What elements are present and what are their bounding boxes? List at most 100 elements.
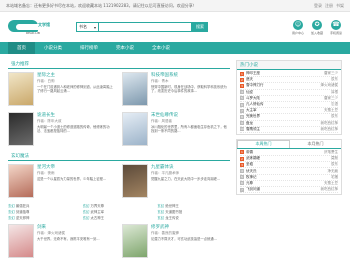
book-link[interactable]: 武神主宰: [91, 210, 105, 214]
category-title[interactable]: 玄幻魔法: [8, 152, 230, 161]
rank-number: 10: [240, 127, 244, 132]
list-item[interactable]: 玄幻 龙王传说: [157, 215, 230, 220]
rank-number: 1: [240, 71, 244, 76]
nav-completed[interactable]: 完本小说: [107, 42, 143, 54]
book-title[interactable]: 科技帝国系统: [151, 72, 230, 78]
book-link[interactable]: 逆天邪神: [16, 216, 30, 220]
book-cover-image[interactable]: [122, 112, 148, 146]
rank-title[interactable]: 武炼巅峰: [246, 156, 312, 161]
book-title[interactable]: 末世仙尊传说: [151, 112, 230, 118]
rank-author: 宅猪: [331, 174, 338, 179]
search-type-select[interactable]: 书名 ▾: [76, 22, 98, 32]
book-title[interactable]: 星际之主: [37, 72, 116, 78]
user-icon: ☺: [292, 19, 303, 30]
rank-title[interactable]: 大主宰: [246, 108, 312, 113]
list-item[interactable]: 玄幻 逆天邪神: [8, 215, 81, 220]
book-cover-image[interactable]: [122, 164, 148, 198]
tab-weekly[interactable]: 本周热门: [237, 139, 290, 148]
book-description: 冰川融化的世界里，所有人都面临生存危机之下，他找到一条不同的路...: [151, 125, 227, 134]
book-link[interactable]: 绝世神王: [165, 204, 179, 208]
register-link[interactable]: 注册: [325, 3, 333, 9]
book-cover-image[interactable]: [8, 72, 34, 106]
book-card[interactable]: 科技帝国系统 作者：青木 快穿中国新时，现身在战场中，获取科学科技系统为了，改变…: [122, 72, 230, 108]
book-card[interactable]: 九星霸体诀 作者：平凡魔术师 觉醒九星之力，在天武大陆中一步步走向巅峰...: [122, 164, 230, 200]
rank-author: 唐家三少: [324, 71, 338, 76]
book-title[interactable]: 九星霸体诀: [151, 164, 230, 170]
top-links: 登录 注册 书架: [314, 3, 344, 9]
rank-title[interactable]: 凡人修仙传: [246, 102, 312, 107]
logo-text: 文学馆: [38, 22, 50, 27]
list-item[interactable]: 玄幻 太古神王: [83, 215, 156, 220]
search-button[interactable]: 搜索: [192, 22, 208, 32]
book-link[interactable]: 龙王传说: [165, 216, 179, 220]
book-author: 作者：夜雨: [37, 171, 55, 175]
book-cover-image[interactable]: [8, 224, 34, 258]
mobile-read-button[interactable]: ☎ 手机阅读: [330, 19, 342, 35]
rank-title[interactable]: 遮天: [246, 77, 312, 82]
book-card[interactable]: 星际之主 作者：白驹 一个在门前遇到人和老师的修神剑道，从此凌霄踏上了修行一路风…: [8, 72, 116, 108]
search-input[interactable]: [98, 22, 192, 32]
book-cover-image[interactable]: [8, 112, 34, 146]
list-item[interactable]: 玄幻 万界天尊: [83, 203, 156, 208]
book-card[interactable]: 诡道长生 作者：陈年大叔 大明最一个小道士的修道道路的传奇，他修炼的功法、法宝都…: [8, 112, 116, 148]
list-item[interactable]: 玄幻 武神主宰: [83, 209, 156, 214]
list-item[interactable]: 玄幻 绝世神王: [157, 203, 230, 208]
book-title[interactable]: 诡道长生: [37, 112, 116, 118]
nav-full-books[interactable]: 全本小说: [143, 42, 179, 54]
rank-title[interactable]: 雪中悍刀行: [246, 83, 312, 88]
book-author: 作者：平凡魔术师: [151, 171, 179, 175]
rank-title[interactable]: 元尊: [246, 181, 312, 186]
rank-number: 9: [240, 121, 244, 126]
rank-title[interactable]: 盘龙: [246, 121, 312, 126]
rank-author: 耳根: [331, 89, 338, 94]
book-card[interactable]: 剑来 作者：烽火戏诸侯 大千世界，无奇不有，我陈平安唯有一剑...: [8, 224, 116, 260]
nav-rankings[interactable]: 排行榜单: [71, 42, 107, 54]
book-link[interactable]: 天道图书馆: [165, 210, 182, 214]
book-card[interactable]: 末世仙尊传说 作者：风语者 冰川融化的世界里，所有人都面临生存危机之下，他找到一…: [122, 112, 230, 148]
book-cover-image[interactable]: [8, 164, 34, 198]
book-cover-image[interactable]: [122, 72, 148, 106]
book-description: 大明最一个小道士的修道道路的传奇，他修炼的功法、法宝都是独特的...: [37, 125, 110, 134]
book-link[interactable]: 剑道独尊: [16, 210, 30, 214]
rank-title[interactable]: 斗罗大陆: [246, 96, 312, 101]
book-link[interactable]: 最强狂兵: [16, 204, 30, 208]
book-card[interactable]: 修罗武神 作者：善良的蜜蜂 论潜力不算天才，可玄功武技皆是一点就通...: [122, 224, 230, 260]
site-logo[interactable]: 文学馆 READ.LIB: [8, 16, 56, 38]
tab-monthly[interactable]: 本月热门: [290, 140, 341, 148]
rank-title[interactable]: 圣墟: [246, 162, 312, 167]
book-info: 科技帝国系统 作者：青木 快穿中国新时，现身在战场中，获取科学科技系统为了，改变…: [151, 72, 230, 108]
rank-author: 唐家三少: [324, 95, 338, 100]
book-title[interactable]: 星河大帝: [37, 164, 116, 170]
book-title[interactable]: 剑来: [37, 224, 116, 230]
book-title[interactable]: 修罗武神: [151, 224, 230, 230]
rank-title[interactable]: 雪鹰领主: [246, 127, 312, 132]
nav-home[interactable]: 首页: [8, 42, 35, 54]
rank-item[interactable]: 10 雪鹰领主 我吃西红柿: [240, 127, 338, 133]
book-link[interactable]: 万界天尊: [91, 204, 105, 208]
book-info: 诡道长生 作者：陈年大叔 大明最一个小道士的修道道路的传奇，他修炼的功法、法宝都…: [37, 112, 116, 148]
book-card[interactable]: 星河大帝 作者：夜雨 这是一个以星辰为力量的世界，少年踏上征程...: [8, 164, 116, 200]
rank-title[interactable]: 神印王座: [246, 71, 312, 76]
book-cover-image[interactable]: [122, 224, 148, 258]
book-info: 星际之主 作者：白驹 一个在门前遇到人和老师的修神剑道，从此凌霄踏上了修行一路风…: [37, 72, 116, 108]
bookshelf-link[interactable]: 书架: [336, 3, 344, 9]
book-link[interactable]: 太古神王: [91, 216, 105, 220]
rank-title[interactable]: 帝霸: [246, 150, 312, 155]
list-item[interactable]: 玄幻 最强狂兵: [8, 203, 81, 208]
nav-categories[interactable]: 小说分类: [35, 42, 71, 54]
rank-author: 我吃西红柿: [320, 120, 339, 125]
rank-item[interactable]: 7 飞剑问道 我吃西红柿: [240, 187, 338, 194]
rank-title[interactable]: 完美世界: [246, 114, 312, 119]
rank-title[interactable]: 仙逆: [246, 90, 312, 95]
login-link[interactable]: 登录: [314, 3, 322, 9]
favorite-button[interactable]: ✪ 加入收藏: [311, 19, 323, 35]
list-item[interactable]: 玄幻 剑道独尊: [8, 209, 81, 214]
rank-title[interactable]: 牧神记: [246, 175, 312, 180]
list-item[interactable]: 玄幻 天道图书馆: [157, 209, 230, 214]
rank-title[interactable]: 伏天氏: [246, 169, 312, 174]
user-center-button[interactable]: ☺ 用户中心: [292, 19, 304, 35]
header-icons: ☺ 用户中心 ✪ 加入收藏 ☎ 手机阅读: [292, 19, 342, 35]
category-books: 星河大帝 作者：夜雨 这是一个以星辰为力量的世界，少年踏上征程... 九星霸体诀…: [8, 164, 230, 200]
rank-number: 2: [240, 77, 244, 82]
rank-title[interactable]: 飞剑问道: [246, 187, 312, 192]
